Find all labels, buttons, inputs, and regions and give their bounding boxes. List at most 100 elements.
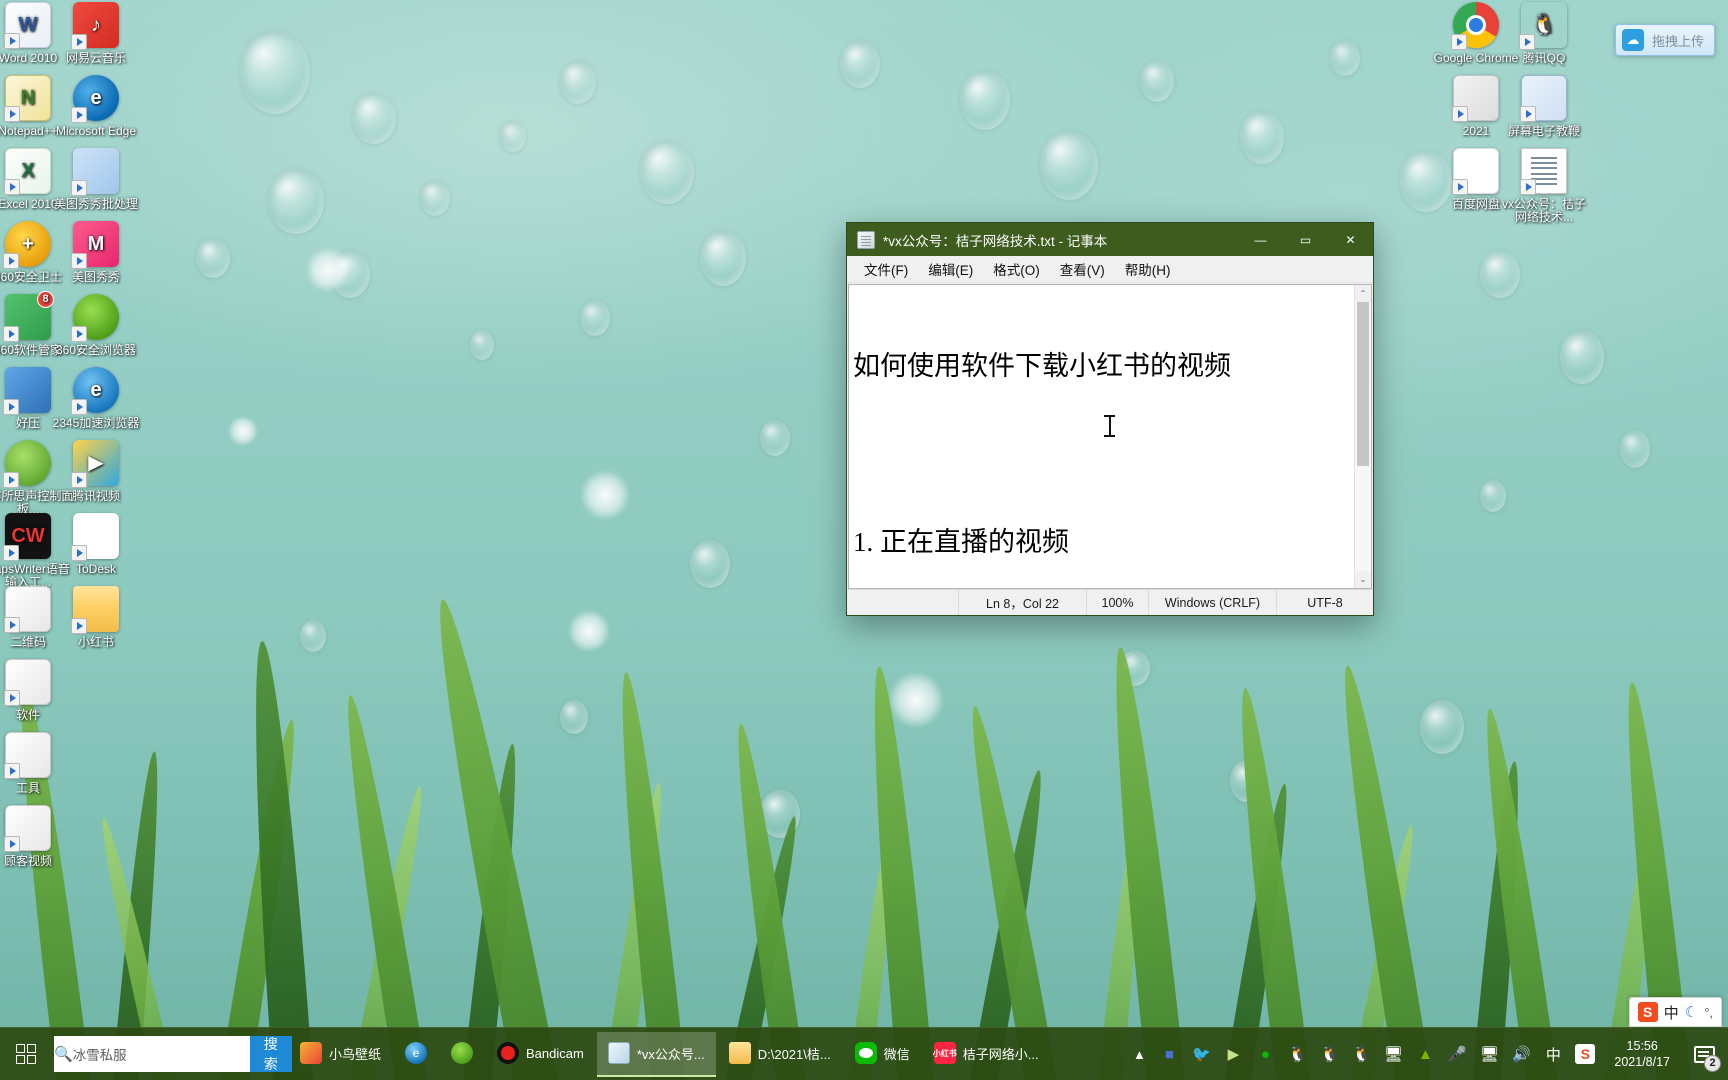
shortcut-arrow-icon bbox=[71, 326, 87, 342]
taskbar-item-label: 微信 bbox=[883, 1046, 910, 1062]
desktop-icon-left-15[interactable]: ToDesk bbox=[50, 513, 142, 576]
desktop-icon-left-19[interactable]: 工具 bbox=[0, 732, 74, 795]
desktop-icon-right-1[interactable]: 🐧 腾讯QQ bbox=[1498, 2, 1590, 65]
scroll-down-button[interactable]: ⌄ bbox=[1355, 571, 1371, 588]
tray-microphone-icon[interactable]: 🎤 bbox=[1442, 1028, 1472, 1080]
taskbar-item-label: 桔子网络小... bbox=[962, 1046, 1039, 1062]
taskbar-search-box[interactable]: 🔍 搜索 bbox=[54, 1036, 292, 1072]
menu-file[interactable]: 文件(F) bbox=[855, 256, 917, 282]
tray-qq-icon-3[interactable]: 🐧 bbox=[1346, 1028, 1376, 1080]
ic-npp-icon: N bbox=[4, 75, 51, 122]
ic-doc-icon bbox=[1520, 148, 1567, 195]
tray-network-icon[interactable]: 🖥 bbox=[1474, 1028, 1504, 1080]
desktop-icon-right-5[interactable]: vx公众号：桔子网络技术... bbox=[1498, 148, 1590, 224]
scroll-up-button[interactable]: ⌃ bbox=[1355, 285, 1371, 302]
status-zoom-level[interactable]: 100% bbox=[1087, 590, 1149, 615]
scroll-thumb[interactable] bbox=[1357, 302, 1369, 467]
ic-netease-icon: ♪ bbox=[71, 2, 119, 50]
tray-nvidia-icon[interactable]: ▲ bbox=[1410, 1028, 1440, 1080]
taskbar-item-bird-wallpaper[interactable]: 小鸟壁纸 bbox=[289, 1032, 392, 1077]
tray-media-player-icon[interactable]: ▶ bbox=[1218, 1028, 1248, 1080]
desktop-icon-right-3[interactable]: 屏幕电子教鞭 bbox=[1498, 75, 1590, 138]
ime-degree-icon[interactable]: °, bbox=[1704, 1005, 1713, 1020]
taskbar-item-wechat[interactable]: 微信 bbox=[844, 1032, 921, 1077]
menu-help[interactable]: 帮助(H) bbox=[1116, 256, 1180, 282]
start-button[interactable] bbox=[0, 1028, 52, 1080]
minimize-button[interactable]: — bbox=[1238, 223, 1283, 256]
shortcut-arrow-icon bbox=[71, 399, 87, 415]
desktop-icon-label: 屏幕电子教鞭 bbox=[1507, 124, 1580, 138]
taskbar-item-xiaohongshu[interactable]: 小红书 桔子网络小... bbox=[923, 1032, 1050, 1077]
tray-sogou-icon[interactable]: S bbox=[1570, 1028, 1600, 1080]
tray-bird-icon[interactable]: 🐦 bbox=[1186, 1028, 1216, 1080]
shortcut-arrow-icon bbox=[4, 836, 20, 852]
shortcut-arrow-icon bbox=[4, 179, 20, 195]
ime-mode-label[interactable]: 中 bbox=[1664, 1002, 1679, 1023]
shortcut-arrow-icon bbox=[71, 618, 87, 634]
taskbar-item-internet-explorer[interactable]: e bbox=[394, 1032, 438, 1077]
desktop-icon-left-9[interactable]: 360安全浏览器 bbox=[50, 294, 142, 357]
menu-format[interactable]: 格式(O) bbox=[984, 256, 1049, 282]
notepad-titlebar[interactable]: *vx公众号：桔子网络技术.txt - 记事本 — ▭ ✕ bbox=[847, 223, 1373, 256]
status-line-ending: Windows (CRLF) bbox=[1149, 590, 1277, 615]
bandicam-icon bbox=[497, 1042, 520, 1064]
desktop-icon-left-5[interactable]: 美图秀秀批处理 bbox=[50, 148, 142, 211]
ic-chrome-icon bbox=[1451, 2, 1499, 50]
tray-chevron-icon[interactable]: ▲ bbox=[1126, 1028, 1152, 1080]
ime-moon-icon[interactable]: ☾ bbox=[1685, 1003, 1698, 1021]
desktop-icon-left-17[interactable]: 小红书 bbox=[50, 586, 142, 649]
desktop-icon-left-11[interactable]: e 2345加速浏览器 bbox=[50, 367, 142, 430]
tray-ime-mode[interactable]: 中 bbox=[1538, 1028, 1568, 1080]
maximize-button[interactable]: ▭ bbox=[1283, 223, 1328, 256]
tray-volume-icon[interactable]: 🔊 bbox=[1506, 1028, 1536, 1080]
taskbar-item-explorer-2021[interactable]: D:\2021\桔... bbox=[718, 1032, 842, 1077]
taskbar-clock[interactable]: 15:56 2021/8/17 bbox=[1602, 1028, 1682, 1080]
notepad-scrollbar[interactable]: ⌃ ⌄ bbox=[1354, 285, 1371, 588]
clock-date: 2021/8/17 bbox=[1614, 1055, 1670, 1069]
taskbar-items: 小鸟壁纸 e Bandicam *vx公众号... D:\2021\桔... 微信 小红书桔… bbox=[288, 1028, 1051, 1080]
taskbar-item-bandicam[interactable]: Bandicam bbox=[486, 1032, 595, 1077]
taskbar-item-360-browser[interactable] bbox=[440, 1032, 484, 1077]
bird-wallpaper-icon bbox=[300, 1042, 322, 1064]
close-button[interactable]: ✕ bbox=[1328, 223, 1373, 256]
notepad-body[interactable]: 如何使用软件下载小红书的视频 1. 正在直播的视频 桔子 ⌃ ⌄ bbox=[848, 284, 1372, 589]
search-input[interactable] bbox=[72, 1046, 250, 1062]
notepad-text-area[interactable]: 如何使用软件下载小红书的视频 1. 正在直播的视频 桔子 bbox=[849, 285, 1354, 588]
ic-tx-icon: ▶ bbox=[71, 440, 119, 488]
desktop-icon-left-7[interactable]: M 美图秀秀 bbox=[50, 221, 142, 284]
taskbar-item-notepad-vx[interactable]: *vx公众号... bbox=[596, 1031, 716, 1077]
ic-meitu-icon: M bbox=[71, 221, 119, 269]
menu-edit[interactable]: 编辑(E) bbox=[919, 256, 982, 282]
notepad-vx-icon bbox=[607, 1042, 630, 1064]
notepad-window[interactable]: *vx公众号：桔子网络技术.txt - 记事本 — ▭ ✕ 文件(F) 编辑(E… bbox=[846, 222, 1374, 616]
shortcut-arrow-icon bbox=[71, 180, 87, 196]
desktop-icon-left-13[interactable]: ▶ 腾讯视频 bbox=[50, 440, 142, 503]
ic-360s-icon: + bbox=[3, 221, 51, 269]
tray-qq-icon-2[interactable]: 🐧 bbox=[1314, 1028, 1344, 1080]
tray-teams-icon[interactable]: ■ bbox=[1154, 1028, 1184, 1080]
ic-folder-icon bbox=[71, 586, 119, 634]
menu-view[interactable]: 查看(V) bbox=[1051, 256, 1114, 282]
search-button[interactable]: 搜索 bbox=[249, 1036, 292, 1072]
scroll-track[interactable] bbox=[1355, 302, 1371, 571]
shortcut-arrow-icon bbox=[1451, 34, 1467, 50]
sogou-ime-floating-bar[interactable]: S 中 ☾ °, bbox=[1628, 997, 1722, 1027]
desktop-icon-left-1[interactable]: ♪ 网易云音乐 bbox=[50, 2, 142, 65]
notification-count-badge: 2 bbox=[1704, 1054, 1721, 1072]
notification-center-button[interactable]: 2 bbox=[1684, 1028, 1724, 1080]
desktop-icon-left-3[interactable]: e Microsoft Edge bbox=[50, 75, 142, 138]
text-line-3: 1. 正在直播的视频 bbox=[853, 527, 1069, 557]
xiaohongshu-icon: 小红书 bbox=[933, 1042, 957, 1064]
taskbar[interactable]: 🔍 搜索 小鸟壁纸 e Bandicam *vx公众号... D:\2021\桔... 微… bbox=[0, 997, 1728, 1080]
shortcut-arrow-icon bbox=[1452, 179, 1468, 195]
desktop-icon-left-18[interactable]: 软件 bbox=[0, 659, 74, 722]
shortcut-arrow-icon bbox=[4, 106, 20, 122]
tray-qq-icon-1[interactable]: 🐧 bbox=[1282, 1028, 1312, 1080]
desktop-icon-label: 网易云音乐 bbox=[65, 51, 126, 65]
desktop-icon-left-20[interactable]: 顾客视频 bbox=[0, 805, 74, 868]
desktop[interactable]: W Word 2010 ♪ 网易云音乐 N Notepad++ e Microsoft Edg… bbox=[0, 0, 1728, 1080]
shortcut-arrow-icon bbox=[71, 34, 87, 50]
ic-excel-icon: X bbox=[4, 148, 51, 195]
tray-screen-icon[interactable]: 🖥 bbox=[1378, 1028, 1408, 1080]
tray-wechat-icon[interactable]: ● bbox=[1250, 1028, 1280, 1080]
